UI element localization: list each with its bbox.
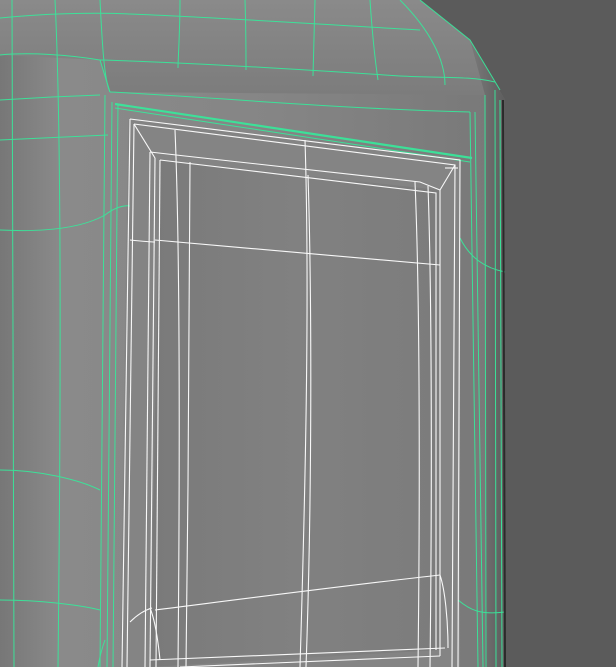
3d-viewport[interactable] (0, 0, 616, 667)
door-panel-inner (150, 160, 440, 667)
wireframe-mesh-scene[interactable] (0, 0, 616, 667)
